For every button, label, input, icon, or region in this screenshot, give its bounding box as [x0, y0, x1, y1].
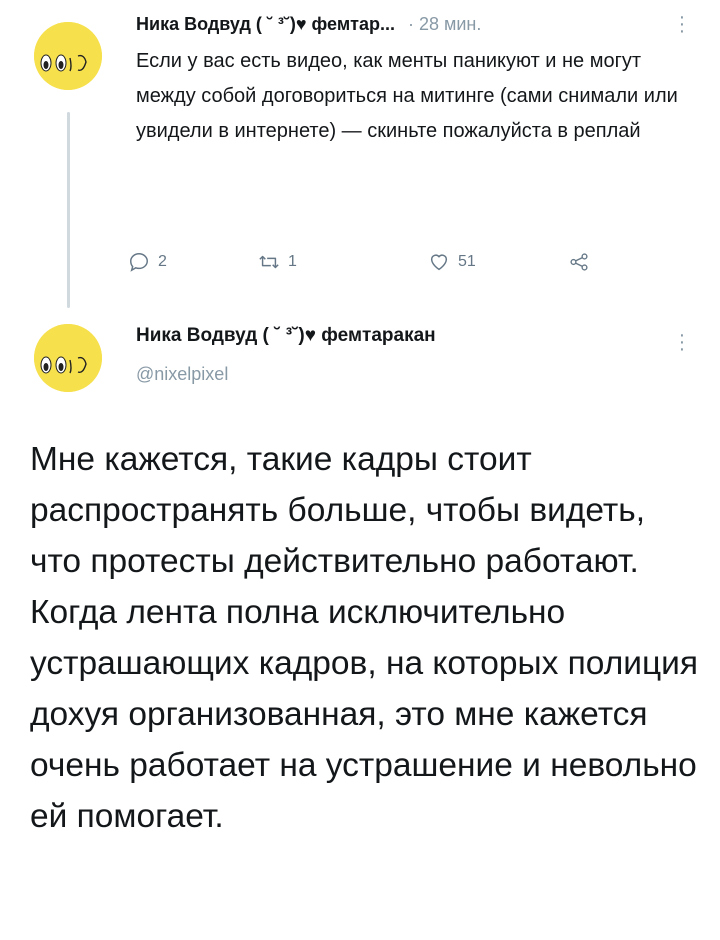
retweet-icon	[259, 255, 279, 269]
more-vertical-icon[interactable]: · · ·	[674, 325, 690, 359]
heart-icon	[430, 254, 448, 271]
tweet1-author-name[interactable]: Ника Водвуд ( ˘ ³˘)♥ фемтар...	[136, 14, 395, 34]
tweet2-text: Мне кажется, такие кадры стоит распростр…	[30, 441, 699, 835]
tweet2-author-name[interactable]: Ника Водвуд ( ˘ ³˘)♥ фемтаракан	[136, 320, 436, 352]
thread-connector	[67, 112, 70, 308]
avatar[interactable]	[34, 22, 102, 90]
tweet1-actions: 2 1 51	[128, 248, 628, 278]
like-button[interactable]: 51	[428, 248, 476, 276]
share-button[interactable]	[568, 248, 590, 276]
retweet-button[interactable]: 1	[258, 248, 297, 276]
avatar[interactable]	[34, 324, 102, 392]
share-icon	[570, 253, 588, 271]
avatar-face-icon	[34, 22, 102, 90]
tweet1-time[interactable]: · 28 мин.	[408, 14, 481, 34]
like-count: 51	[458, 253, 476, 270]
tweet1-header: Ника Водвуд ( ˘ ³˘)♥ фемтар... · 28 мин.	[136, 8, 696, 40]
tweet1-text: Если у вас есть видео, как менты паникую…	[136, 50, 678, 142]
reply-count: 2	[158, 253, 167, 270]
reply-button[interactable]: 2	[128, 248, 167, 276]
more-vertical-icon[interactable]: · · ·	[674, 7, 690, 41]
tweet2-handle[interactable]: @nixelpixel	[136, 360, 228, 388]
avatar-face-icon	[34, 324, 102, 392]
reply-icon	[130, 253, 148, 272]
retweet-count: 1	[288, 253, 297, 270]
